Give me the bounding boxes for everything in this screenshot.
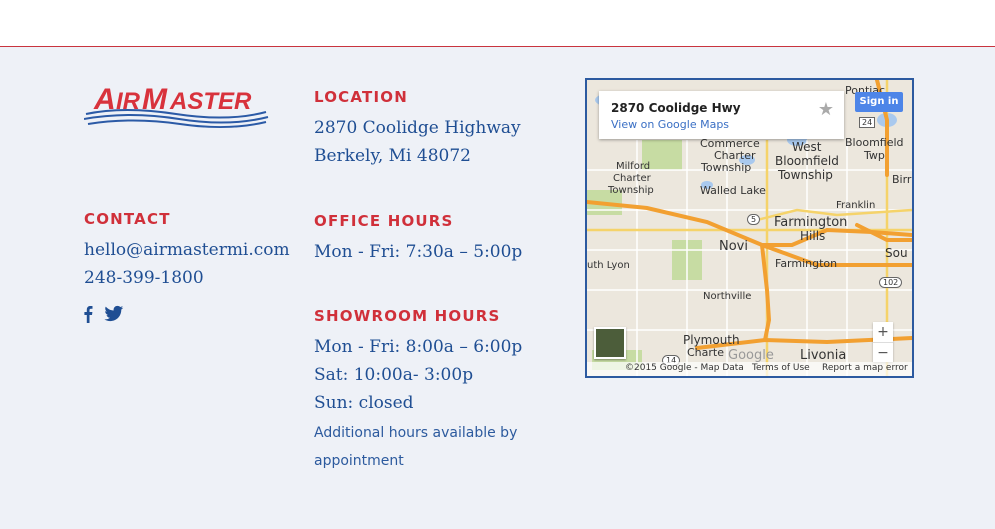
map-sign-in-button[interactable]: Sign in (855, 92, 903, 112)
contact-heading: CONTACT (84, 210, 171, 228)
view-on-google-maps-link[interactable]: View on Google Maps (611, 118, 729, 131)
map-copyright: ©2015 Google - Map Data (625, 363, 744, 373)
svg-text:ASTER: ASTER (169, 88, 252, 115)
map-label-plymouth-charter: Charte (687, 346, 724, 359)
map-label-birmingham: Birr (892, 173, 912, 186)
map-terms-link[interactable]: Terms of Use (752, 363, 810, 373)
map-label-milford: Milford (616, 161, 651, 172)
route-5-shield: 5 (747, 214, 761, 225)
map-label-farmington-hills: Farmington (774, 215, 848, 230)
map-label-northville: Northville (703, 291, 752, 302)
address-line-2: Berkely, Mi 48072 (314, 146, 471, 166)
map-label-bloomfield-twp: Bloomfield (845, 136, 904, 149)
map-label-bloomfield: Bloomfield (775, 154, 839, 168)
address-line-1: 2870 Coolidge Highway (314, 118, 521, 138)
map-label-township-2: Township (701, 161, 752, 174)
map-label-township: Township (778, 168, 833, 182)
google-watermark: Google (728, 348, 774, 363)
map-zoom-control: + − (873, 322, 893, 362)
showroom-note-line-1: Additional hours available by (314, 425, 518, 441)
map-label-novi: Novi (719, 239, 748, 254)
map-label-south-lyon: uth Lyon (587, 260, 630, 271)
map-label-southfield: Sou (885, 246, 908, 260)
map-label-hills: Hills (800, 229, 826, 243)
showroom-hours-weekday: Mon - Fri: 8:00a – 6:00p (314, 337, 523, 357)
map-label-walled-lake: Walled Lake (700, 184, 766, 197)
showroom-hours-saturday: Sat: 10:00a- 3:00p (314, 365, 474, 385)
twitter-icon[interactable] (104, 305, 124, 327)
phone-link[interactable]: 248-399-1800 (84, 268, 204, 288)
route-24-shield: 24 (859, 117, 876, 128)
save-star-icon[interactable]: ★ (818, 99, 834, 120)
map-place-card: 2870 Coolidge Hwy View on Google Maps ★ (599, 91, 844, 139)
zoom-out-button[interactable]: − (873, 342, 893, 362)
map-label-milford-charter: Charter (613, 173, 651, 184)
satellite-toggle-button[interactable] (594, 327, 626, 359)
location-heading: LOCATION (314, 88, 408, 106)
map-label-franklin: Franklin (836, 200, 876, 211)
map-footer: ©2015 Google - Map Data Terms of Use Rep… (587, 362, 912, 376)
map-label-west: West (792, 140, 822, 154)
map-place-name: 2870 Coolidge Hwy (611, 101, 741, 115)
map-label-livonia: Livonia (800, 348, 847, 363)
map-report-error-link[interactable]: Report a map error (822, 363, 908, 373)
map-label-plymouth: Plymouth (683, 333, 740, 347)
map-label-farmington: Farmington (775, 257, 838, 270)
map-label-twp: Twp (864, 149, 885, 162)
office-hours-line: Mon - Fri: 7:30a – 5:00p (314, 242, 523, 262)
airmaster-logo[interactable]: A IR M ASTER (83, 76, 270, 132)
zoom-in-button[interactable]: + (873, 322, 893, 342)
map-label-milford-township: Township (608, 185, 654, 196)
top-header-bar (0, 0, 995, 47)
office-hours-heading: OFFICE HOURS (314, 212, 454, 230)
showroom-hours-heading: SHOWROOM HOURS (314, 307, 501, 325)
email-link[interactable]: hello@airmastermi.com (84, 240, 290, 260)
google-map-embed[interactable]: Pontiac West Bloomfield Township Bloomfi… (585, 78, 914, 378)
showroom-note-line-2: appointment (314, 453, 404, 469)
showroom-hours-sunday: Sun: closed (314, 393, 414, 413)
route-102-shield: 102 (879, 277, 903, 288)
facebook-icon[interactable] (83, 305, 93, 327)
